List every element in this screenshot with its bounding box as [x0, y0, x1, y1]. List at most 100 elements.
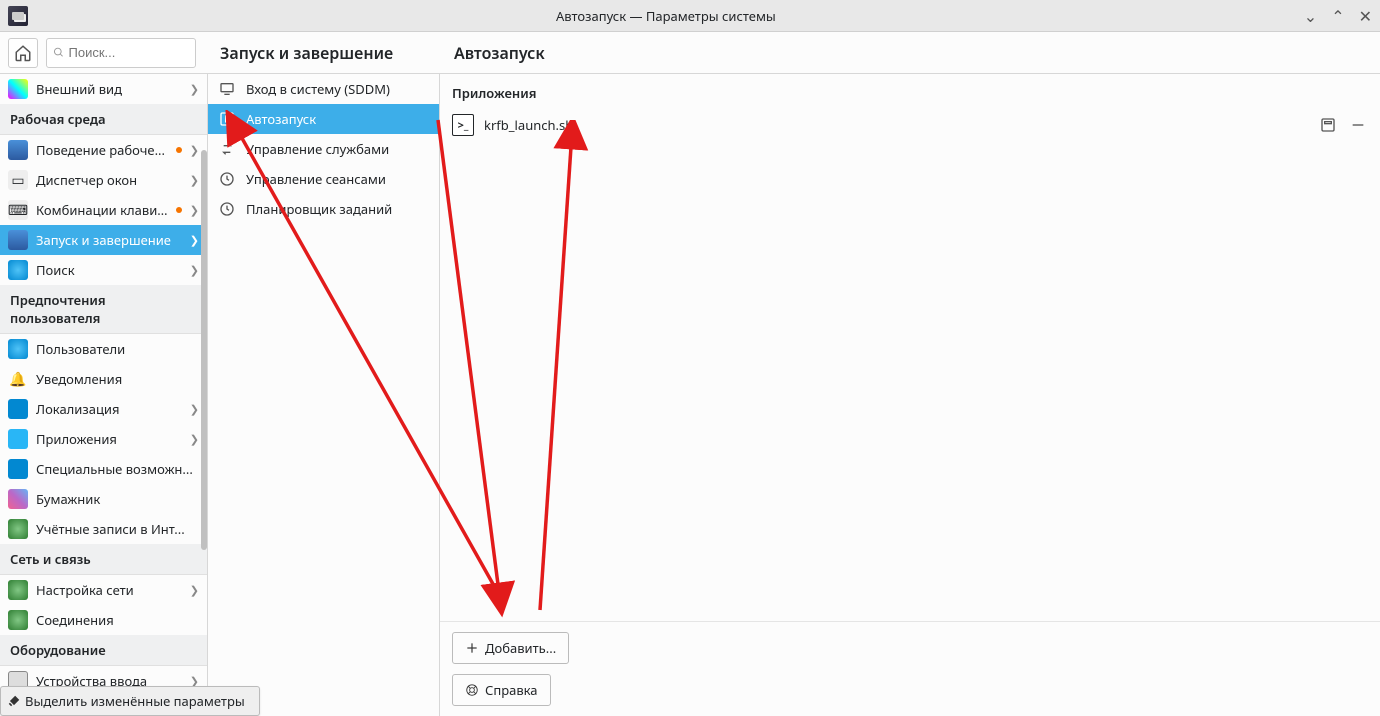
chevron-right-icon: ❯: [190, 203, 199, 218]
category-item[interactable]: Поведение рабоче... ❯: [0, 135, 207, 165]
app-remove-button[interactable]: [1348, 115, 1368, 135]
category-icon: [8, 429, 28, 449]
modified-dot: [176, 147, 182, 153]
content-pane: Автозапуск Приложения >_ krfb_launch.sh …: [440, 74, 1380, 716]
app-icon: [8, 6, 28, 26]
app-properties-button[interactable]: [1318, 115, 1338, 135]
subcategory-item[interactable]: Управление сеансами: [208, 164, 439, 194]
category-icon: ▭: [8, 170, 28, 190]
category-header: Предпочтения пользователя: [0, 285, 207, 334]
add-button[interactable]: Добавить...: [452, 632, 569, 664]
maximize-button[interactable]: ⌃: [1331, 5, 1344, 27]
add-button-label: Добавить...: [485, 639, 556, 657]
subcategory-item[interactable]: Планировщик заданий: [208, 194, 439, 224]
chevron-right-icon: ❯: [190, 173, 199, 188]
properties-icon: [1320, 117, 1336, 133]
highlighter-icon: [7, 694, 21, 708]
category-label: Локализация: [36, 400, 182, 418]
category-icon: [8, 260, 28, 280]
subcategory-label: Планировщик заданий: [246, 200, 392, 218]
chevron-right-icon: ❯: [190, 143, 199, 158]
home-icon: [14, 44, 32, 62]
category-item[interactable]: ▭ Диспетчер окон ❯: [0, 165, 207, 195]
home-button[interactable]: [8, 38, 38, 68]
category-label: Приложения: [36, 430, 182, 448]
category-header: Рабочая среда: [0, 104, 207, 135]
subcategory-header: Запуск и завершение: [208, 32, 439, 74]
category-item[interactable]: Специальные возможн...: [0, 454, 207, 484]
category-label: Запуск и завершение: [36, 231, 182, 249]
category-icon: ⌨: [8, 200, 28, 220]
search-input[interactable]: [69, 45, 189, 60]
category-label: Комбинации клавиш: [36, 201, 168, 219]
minimize-button[interactable]: ⌄: [1304, 5, 1317, 27]
category-icon: [8, 399, 28, 419]
category-sidebar[interactable]: Внешний вид❯Рабочая средаПоведение рабоч…: [0, 74, 208, 716]
minus-icon: [1350, 117, 1366, 133]
chevron-right-icon: ❯: [190, 432, 199, 447]
modified-dot: [176, 207, 182, 213]
category-label: Внешний вид: [36, 80, 182, 98]
window-title: Автозапуск — Параметры системы: [28, 7, 1304, 25]
search-box[interactable]: [46, 38, 196, 68]
category-item[interactable]: Поиск ❯: [0, 255, 207, 285]
subcategory-label: Вход в систему (SDDM): [246, 80, 390, 98]
chevron-right-icon: ❯: [190, 402, 199, 417]
category-header: Сеть и связь: [0, 544, 207, 575]
subcategory-label: Управление службами: [246, 140, 389, 158]
terminal-icon: >_: [452, 114, 474, 136]
autostart-app-row[interactable]: >_ krfb_launch.sh: [452, 110, 1368, 140]
titlebar: Автозапуск — Параметры системы ⌄ ⌃ ✕: [0, 0, 1380, 32]
category-item[interactable]: Соединения: [0, 605, 207, 635]
category-label: Поиск: [36, 261, 182, 279]
category-icon: [8, 79, 28, 99]
category-item[interactable]: ⌨ Комбинации клавиш ❯: [0, 195, 207, 225]
subcategory-sidebar: Запуск и завершение Вход в систему (SDDM…: [208, 74, 440, 716]
apps-section-header: Приложения: [452, 84, 1368, 102]
content-header: Автозапуск: [440, 32, 1380, 74]
chevron-right-icon: ❯: [190, 263, 199, 278]
category-item[interactable]: Бумажник: [0, 484, 207, 514]
category-label: Поведение рабоче...: [36, 141, 168, 159]
category-label: Диспетчер окон: [36, 171, 182, 189]
category-item[interactable]: Запуск и завершение ❯: [0, 225, 207, 255]
subcategory-label: Автозапуск: [246, 110, 316, 128]
category-icon: [8, 489, 28, 509]
category-item[interactable]: Локализация ❯: [0, 394, 207, 424]
content-title: Автозапуск: [454, 42, 545, 64]
search-icon: [53, 46, 65, 59]
help-icon: [465, 683, 479, 697]
category-icon: [8, 230, 28, 250]
plus-icon: [465, 641, 479, 655]
chevron-right-icon: ❯: [190, 82, 199, 97]
category-item[interactable]: Внешний вид ❯: [0, 74, 207, 104]
category-label: Бумажник: [36, 490, 199, 508]
highlight-changed-button[interactable]: Выделить изменённые параметры: [0, 686, 260, 716]
category-icon: [8, 519, 28, 539]
category-icon: [8, 459, 28, 479]
chevron-right-icon: ❯: [190, 583, 199, 598]
app-name: krfb_launch.sh: [484, 116, 1308, 134]
subcategory-item[interactable]: Управление службами: [208, 134, 439, 164]
category-item[interactable]: Учётные записи в Инт...: [0, 514, 207, 544]
subcategory-title: Запуск и завершение: [220, 42, 393, 64]
category-label: Специальные возможн...: [36, 460, 199, 478]
category-label: Пользователи: [36, 340, 199, 358]
clock-icon: [218, 170, 236, 188]
scrollbar[interactable]: [201, 150, 207, 550]
subcategory-item[interactable]: Автозапуск: [208, 104, 439, 134]
chevron-right-icon: ❯: [190, 233, 199, 248]
category-item[interactable]: Настройка сети ❯: [0, 575, 207, 605]
category-item[interactable]: 🔔Уведомления: [0, 364, 207, 394]
arrows-icon: [218, 140, 236, 158]
close-button[interactable]: ✕: [1359, 5, 1372, 27]
highlight-changed-label: Выделить изменённые параметры: [25, 692, 245, 710]
category-icon: [8, 140, 28, 160]
category-label: Настройка сети: [36, 581, 182, 599]
help-button[interactable]: Справка: [452, 674, 551, 706]
category-icon: [8, 610, 28, 630]
category-item[interactable]: Пользователи: [0, 334, 207, 364]
subcategory-item[interactable]: Вход в систему (SDDM): [208, 74, 439, 104]
category-label: Соединения: [36, 611, 199, 629]
category-item[interactable]: Приложения ❯: [0, 424, 207, 454]
